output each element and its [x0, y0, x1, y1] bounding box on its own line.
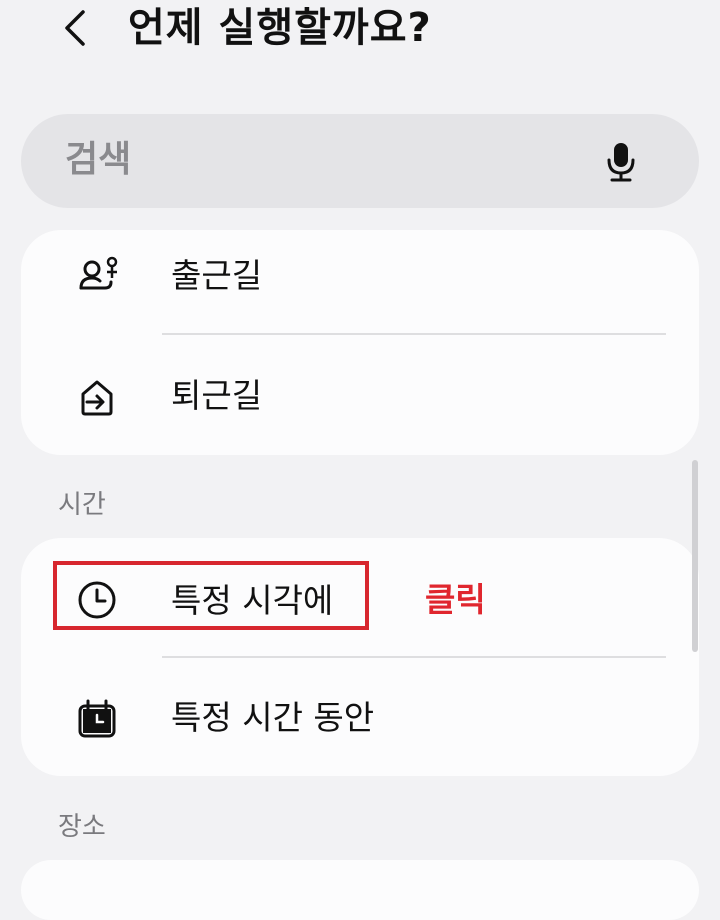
highlight-box — [53, 561, 369, 630]
click-annotation: 클릭 — [425, 580, 486, 619]
place-card — [21, 860, 699, 920]
page-title: 언제 실행할까요? — [128, 5, 432, 51]
scrollbar[interactable] — [692, 460, 698, 652]
home-arrow-icon — [81, 380, 113, 416]
list-item-label: 퇴근길 — [171, 376, 263, 415]
search-placeholder: 검색 — [65, 139, 132, 180]
list-item-label: 특정 시간 동안 — [171, 698, 375, 737]
search-bar[interactable]: 검색 — [21, 114, 699, 208]
microphone-icon[interactable] — [605, 141, 637, 183]
chevron-left-icon — [65, 10, 85, 46]
divider — [162, 656, 666, 658]
calendar-clock-icon — [78, 699, 116, 738]
commute-card: 출근길 퇴근길 — [21, 230, 699, 455]
section-label-place: 장소 — [58, 812, 106, 842]
list-item-label: 출근길 — [171, 256, 263, 295]
list-item-commute-home[interactable]: 퇴근길 — [21, 342, 699, 452]
back-button[interactable] — [55, 6, 99, 50]
list-item-commute-to-work[interactable]: 출근길 — [21, 230, 699, 340]
section-label-time: 시간 — [58, 490, 106, 520]
commute-person-icon — [79, 256, 118, 290]
list-item-time-period[interactable]: 특정 시간 동안 — [21, 663, 699, 773]
divider — [162, 333, 666, 335]
header: 언제 실행할까요? — [0, 0, 720, 70]
